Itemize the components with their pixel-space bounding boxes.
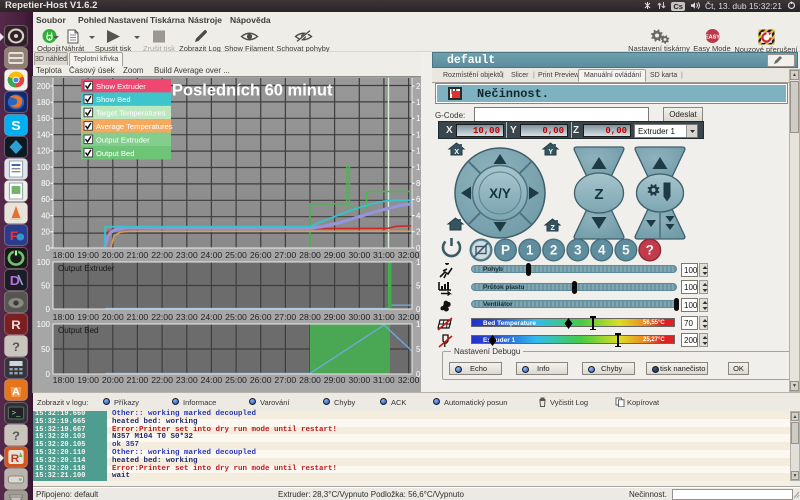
svg-text:24:00: 24:00 [201, 312, 223, 322]
svg-text:?: ? [12, 429, 20, 442]
svg-text:Output Bed: Output Bed [96, 149, 134, 158]
svg-text:X: X [454, 149, 459, 156]
svg-text:31:00: 31:00 [373, 312, 395, 322]
svg-text:>_: >_ [12, 408, 22, 417]
svg-text:28:00: 28:00 [299, 375, 321, 385]
svg-text:20: 20 [41, 228, 50, 237]
svg-text:29:00: 29:00 [324, 375, 346, 385]
svg-text:20:00: 20:00 [102, 250, 124, 260]
svg-text:4: 4 [598, 243, 606, 258]
svg-text:30:00: 30:00 [348, 312, 370, 322]
svg-text:Output Extruder: Output Extruder [58, 264, 115, 273]
svg-text:21:00: 21:00 [127, 375, 149, 385]
svg-text:27:00: 27:00 [274, 312, 296, 322]
svg-text:Show Extruder: Show Extruder [96, 82, 146, 91]
svg-text:S: S [11, 118, 20, 132]
svg-text:0: 0 [46, 370, 51, 379]
svg-text:28:00: 28:00 [299, 250, 321, 260]
svg-text:29:00: 29:00 [324, 312, 346, 322]
svg-text:5: 5 [622, 243, 630, 258]
svg-text:Z: Z [594, 186, 603, 203]
svg-text:21:00: 21:00 [127, 250, 149, 260]
svg-text:31:00: 31:00 [373, 375, 395, 385]
svg-text:29:00: 29:00 [324, 250, 346, 260]
svg-text:31:00: 31:00 [373, 250, 395, 260]
svg-text:X/Y: X/Y [489, 186, 511, 201]
svg-text:22:00: 22:00 [151, 312, 173, 322]
svg-text:EASY: EASY [705, 34, 720, 40]
svg-text:120: 120 [37, 147, 51, 156]
svg-text:R: R [11, 453, 20, 464]
svg-text:19:00: 19:00 [77, 375, 99, 385]
svg-text:22:00: 22:00 [151, 250, 173, 260]
svg-text:23:00: 23:00 [176, 250, 198, 260]
svg-text:20:00: 20:00 [102, 375, 124, 385]
svg-text:27:00: 27:00 [274, 250, 296, 260]
svg-text:Show Bed: Show Bed [96, 95, 131, 104]
svg-text:23:00: 23:00 [176, 312, 198, 322]
svg-text:19:00: 19:00 [77, 250, 99, 260]
svg-text:Average Temperatures: Average Temperatures [96, 122, 173, 131]
svg-text:27:00: 27:00 [274, 375, 296, 385]
svg-text:30:00: 30:00 [348, 250, 370, 260]
svg-text:40: 40 [41, 211, 50, 220]
svg-text:1: 1 [526, 243, 534, 258]
svg-text:Y: Y [548, 149, 553, 156]
svg-text:R: R [11, 318, 20, 331]
svg-text:Target Temperatures: Target Temperatures [96, 109, 166, 118]
svg-text:21:00: 21:00 [127, 312, 149, 322]
svg-text:50: 50 [41, 281, 50, 290]
svg-text:140: 140 [37, 130, 51, 139]
svg-text:19:00: 19:00 [77, 312, 99, 322]
svg-text:100: 100 [37, 258, 51, 267]
svg-text:60: 60 [41, 195, 50, 204]
svg-text:Output Bed: Output Bed [58, 326, 98, 335]
svg-text:200: 200 [37, 82, 51, 91]
svg-text:32:00: 32:00 [398, 375, 420, 385]
svg-text:18:00: 18:00 [53, 250, 75, 260]
svg-text:0: 0 [46, 244, 51, 253]
svg-text:26:00: 26:00 [250, 375, 272, 385]
svg-text:?: ? [12, 341, 20, 354]
svg-text:18:00: 18:00 [53, 312, 75, 322]
svg-text:100: 100 [37, 320, 51, 329]
svg-text:Output Extruder: Output Extruder [96, 135, 150, 144]
svg-text:18:00: 18:00 [53, 375, 75, 385]
svg-text:26:00: 26:00 [250, 250, 272, 260]
svg-text:?: ? [646, 243, 654, 258]
svg-text:24:00: 24:00 [201, 250, 223, 260]
svg-text:30:00: 30:00 [348, 375, 370, 385]
svg-text:50: 50 [41, 345, 50, 354]
svg-text:25:00: 25:00 [225, 312, 247, 322]
svg-text:20:00: 20:00 [102, 312, 124, 322]
svg-text:3: 3 [574, 243, 582, 258]
svg-text:0: 0 [46, 305, 51, 314]
svg-text:Posledních 60 minut: Posledních 60 minut [172, 82, 333, 100]
svg-text:24:00: 24:00 [201, 375, 223, 385]
svg-text:25:00: 25:00 [225, 375, 247, 385]
svg-text:22:00: 22:00 [151, 375, 173, 385]
svg-text:180: 180 [37, 98, 51, 107]
svg-text:Z: Z [551, 225, 556, 232]
svg-text:25:00: 25:00 [225, 250, 247, 260]
svg-text:26:00: 26:00 [250, 312, 272, 322]
svg-text:160: 160 [37, 114, 51, 123]
svg-text:2: 2 [550, 243, 558, 258]
svg-text:80: 80 [41, 179, 50, 188]
svg-text:28:00: 28:00 [299, 312, 321, 322]
svg-text:100: 100 [37, 163, 51, 172]
svg-text:23:00: 23:00 [176, 375, 198, 385]
svg-text:P: P [501, 243, 510, 258]
svg-text:A: A [12, 388, 20, 399]
